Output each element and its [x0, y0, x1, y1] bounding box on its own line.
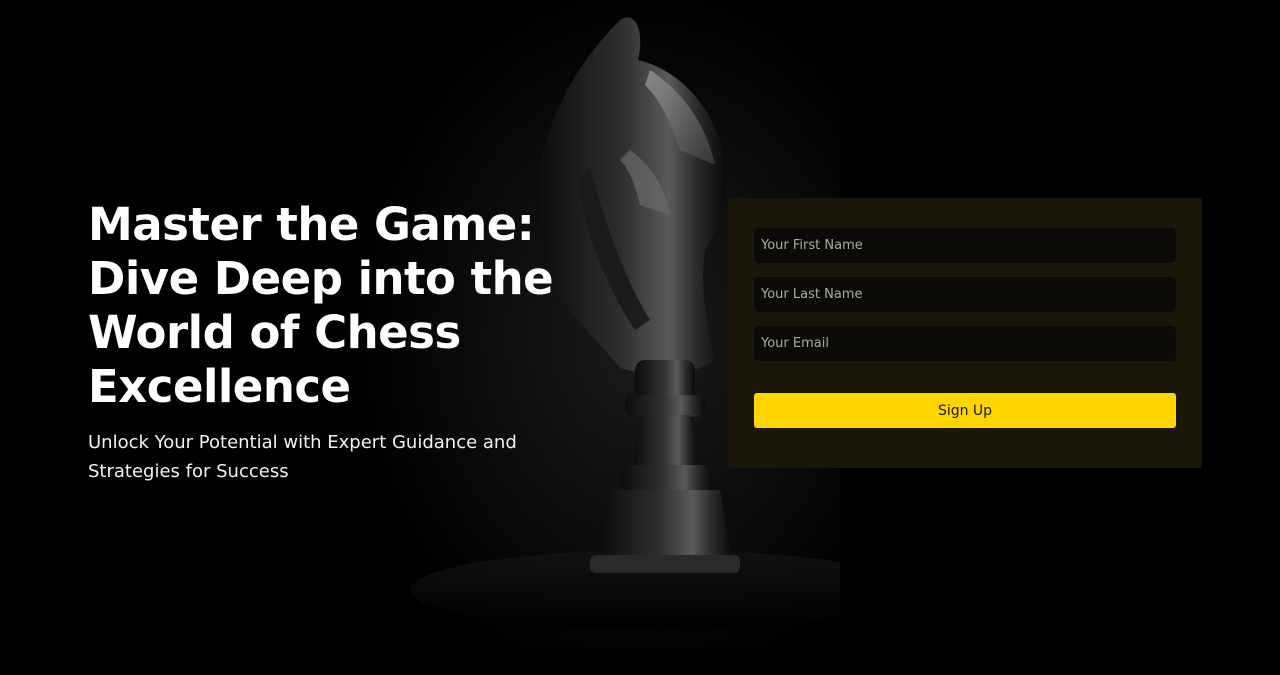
first-name-input[interactable]	[754, 228, 1176, 263]
hero-text: Master the Game: Dive Deep into the Worl…	[88, 198, 588, 486]
email-input[interactable]	[754, 326, 1176, 361]
sign-up-button[interactable]: Sign Up	[754, 393, 1176, 428]
last-name-input[interactable]	[754, 277, 1176, 312]
page-title: Master the Game: Dive Deep into the Worl…	[88, 198, 554, 413]
page-subtitle: Unlock Your Potential with Expert Guidan…	[88, 432, 517, 482]
signup-form: Sign Up	[728, 198, 1202, 468]
hero-section: Master the Game: Dive Deep into the Worl…	[0, 0, 1280, 675]
